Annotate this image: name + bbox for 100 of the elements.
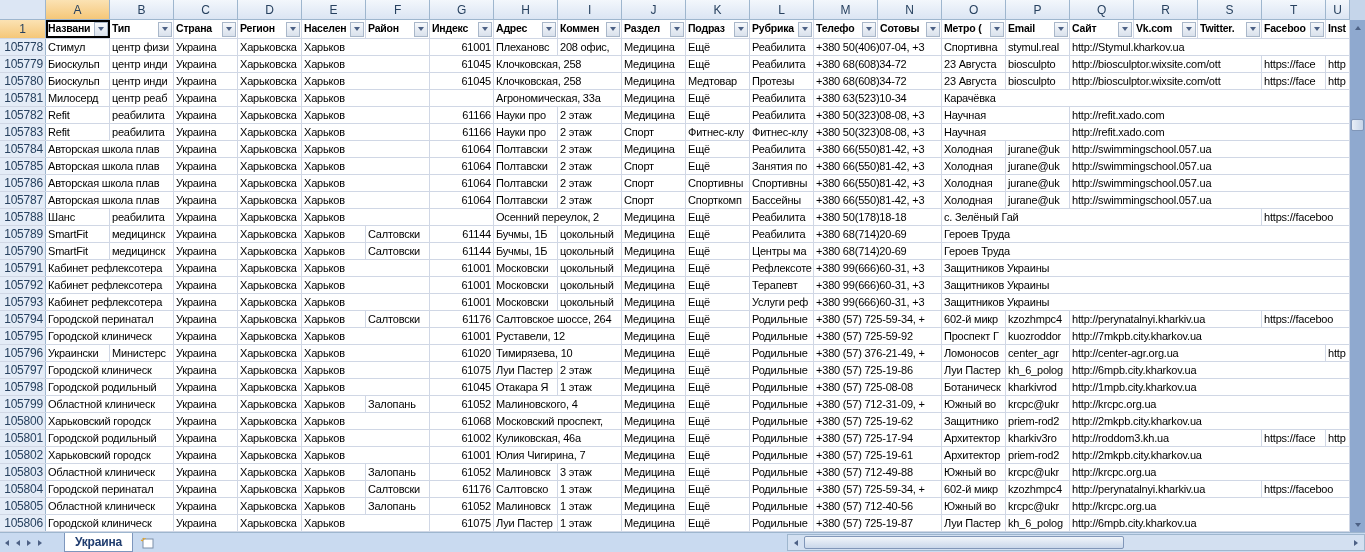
column-header[interactable]: C <box>174 0 238 19</box>
row-header[interactable]: 105801 <box>0 430 46 446</box>
column-header[interactable]: I <box>558 0 622 19</box>
column-header[interactable]: G <box>430 0 494 19</box>
column-header[interactable]: S <box>1198 0 1262 19</box>
table-cell: 61020 <box>430 345 494 361</box>
column-header[interactable]: D <box>238 0 302 19</box>
row-header[interactable]: 105785 <box>0 158 46 174</box>
row-header[interactable]: 105778 <box>0 39 46 55</box>
row-header[interactable]: 105788 <box>0 209 46 225</box>
filter-dropdown-button[interactable] <box>606 21 620 37</box>
row-header[interactable]: 105779 <box>0 56 46 72</box>
column-header[interactable]: M <box>814 0 878 19</box>
row-header[interactable]: 105789 <box>0 226 46 242</box>
filter-dropdown-button[interactable] <box>798 21 812 37</box>
row-header[interactable]: 105783 <box>0 124 46 140</box>
column-header[interactable]: L <box>750 0 814 19</box>
filter-dropdown-button[interactable] <box>1054 21 1068 37</box>
header-label: Рубрика <box>752 21 794 37</box>
filter-dropdown-button[interactable] <box>1118 21 1132 37</box>
sheet-tab[interactable]: Украина <box>64 533 133 552</box>
row-header[interactable]: 105796 <box>0 345 46 361</box>
filter-dropdown-button[interactable] <box>414 21 428 37</box>
column-header[interactable]: U <box>1326 0 1350 19</box>
table-cell: Залопань <box>366 396 430 412</box>
row-header[interactable]: 105791 <box>0 260 46 276</box>
row-header[interactable]: 105797 <box>0 362 46 378</box>
row-header[interactable]: 105793 <box>0 294 46 310</box>
row-header[interactable]: 105804 <box>0 481 46 497</box>
column-header[interactable]: K <box>686 0 750 19</box>
column-header[interactable]: H <box>494 0 558 19</box>
table-cell: Родильные <box>750 345 814 361</box>
filter-dropdown-button[interactable] <box>286 21 300 37</box>
filter-dropdown-button[interactable] <box>926 21 940 37</box>
previous-sheet-button[interactable] <box>16 539 20 546</box>
row-header[interactable]: 105782 <box>0 107 46 123</box>
column-header[interactable]: Q <box>1070 0 1134 19</box>
horizontal-scrollbar[interactable] <box>786 534 1365 551</box>
table-cell: Руставели, 12 <box>494 328 622 344</box>
column-header[interactable]: P <box>1006 0 1070 19</box>
row-header[interactable]: 105781 <box>0 90 46 106</box>
row-header[interactable]: 105806 <box>0 515 46 531</box>
filter-dropdown-button[interactable] <box>542 21 556 37</box>
row-header[interactable]: 105800 <box>0 413 46 429</box>
filter-dropdown-button[interactable] <box>990 21 1004 37</box>
row-header[interactable]: 105786 <box>0 175 46 191</box>
row-header[interactable]: 105799 <box>0 396 46 412</box>
row-header[interactable]: 105780 <box>0 73 46 89</box>
row-header[interactable]: 105802 <box>0 447 46 463</box>
table-cell: +380 66(550)81-42, +3 <box>814 192 942 208</box>
scrollbar-thumb[interactable] <box>1351 119 1364 131</box>
table-cell: 61045 <box>430 73 494 89</box>
next-sheet-button[interactable] <box>27 539 31 546</box>
first-sheet-button[interactable] <box>5 539 9 546</box>
table-cell: 23 Августа <box>942 73 1006 89</box>
column-header[interactable]: J <box>622 0 686 19</box>
caret-down-icon <box>482 27 488 31</box>
filter-dropdown-button[interactable] <box>734 21 748 37</box>
filter-dropdown-button[interactable] <box>94 21 108 37</box>
column-header[interactable]: O <box>942 0 1006 19</box>
column-header[interactable]: E <box>302 0 366 19</box>
row-header[interactable]: 105805 <box>0 498 46 514</box>
table-cell: Агрономическая, 33а <box>494 90 622 106</box>
column-header[interactable]: T <box>1262 0 1326 19</box>
column-header[interactable]: F <box>366 0 430 19</box>
filter-dropdown-button[interactable] <box>350 21 364 37</box>
filter-dropdown-button[interactable] <box>1246 21 1260 37</box>
row-header[interactable]: 105790 <box>0 243 46 259</box>
column-header[interactable]: A <box>46 0 110 19</box>
column-header[interactable]: N <box>878 0 942 19</box>
row-header[interactable]: 105798 <box>0 379 46 395</box>
filter-dropdown-button[interactable] <box>158 21 172 37</box>
row-header[interactable]: 105803 <box>0 464 46 480</box>
last-sheet-button[interactable] <box>38 539 42 546</box>
row-header[interactable]: 1 <box>0 20 46 38</box>
column-header[interactable]: B <box>110 0 174 19</box>
row-header[interactable]: 105792 <box>0 277 46 293</box>
vertical-scrollbar[interactable] <box>1350 0 1365 532</box>
filter-dropdown-button[interactable] <box>670 21 684 37</box>
row-header[interactable]: 105784 <box>0 141 46 157</box>
table-cell: Украина <box>174 107 238 123</box>
scrollbar-thumb[interactable] <box>803 536 1124 549</box>
table-cell: Украински <box>46 345 110 361</box>
table-cell: Куликовская, 46а <box>494 430 622 446</box>
table-cell: Харьковска <box>238 209 302 225</box>
table-cell: http://center-agr.org.ua <box>1070 345 1326 361</box>
table-cell: 61075 <box>430 362 494 378</box>
table-cell: +380 (57) 725-08-08 <box>814 379 942 395</box>
row-header[interactable]: 105795 <box>0 328 46 344</box>
filter-dropdown-button[interactable] <box>862 21 876 37</box>
column-header[interactable]: R <box>1134 0 1198 19</box>
table-cell: +380 (57) 725-19-61 <box>814 447 942 463</box>
filter-dropdown-button[interactable] <box>1310 21 1324 37</box>
filter-dropdown-button[interactable] <box>478 21 492 37</box>
table-cell: Спорт <box>622 192 686 208</box>
row-header[interactable]: 105787 <box>0 192 46 208</box>
table-cell: Медицина <box>622 362 686 378</box>
row-header[interactable]: 105794 <box>0 311 46 327</box>
filter-dropdown-button[interactable] <box>1182 21 1196 37</box>
filter-dropdown-button[interactable] <box>222 21 236 37</box>
